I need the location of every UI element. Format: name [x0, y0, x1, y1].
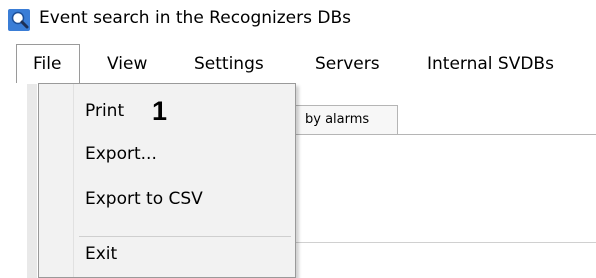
menu-item-export-csv[interactable]: Export to CSV	[85, 185, 203, 213]
left-panel-strip	[27, 84, 37, 278]
menu-servers[interactable]: Servers	[315, 44, 380, 84]
menu-separator	[79, 236, 291, 237]
menu-item-print[interactable]: Print	[85, 97, 124, 125]
tab-label: by alarms	[305, 112, 370, 127]
file-menu-dropdown: Print 1 Export... Export to CSV Exit	[38, 83, 296, 278]
search-icon	[8, 9, 30, 31]
window-title: Event search in the Recognizers DBs	[39, 8, 351, 28]
app-window: Event search in the Recognizers DBs File…	[0, 0, 596, 278]
menu-icon-gutter	[39, 84, 74, 277]
tab-divider	[270, 134, 596, 135]
title-bar: Event search in the Recognizers DBs	[0, 0, 596, 38]
menu-bar: File View Settings Servers Internal SVDB…	[0, 44, 596, 84]
menu-internal-svdbs[interactable]: Internal SVDBs	[427, 44, 554, 84]
menu-item-export[interactable]: Export...	[85, 140, 157, 168]
callout-number: 1	[152, 96, 168, 126]
menu-view[interactable]: View	[107, 44, 147, 84]
menu-file[interactable]: File	[16, 44, 80, 83]
menu-item-exit[interactable]: Exit	[85, 240, 117, 268]
panel-divider	[270, 242, 596, 243]
menu-settings[interactable]: Settings	[194, 44, 264, 84]
